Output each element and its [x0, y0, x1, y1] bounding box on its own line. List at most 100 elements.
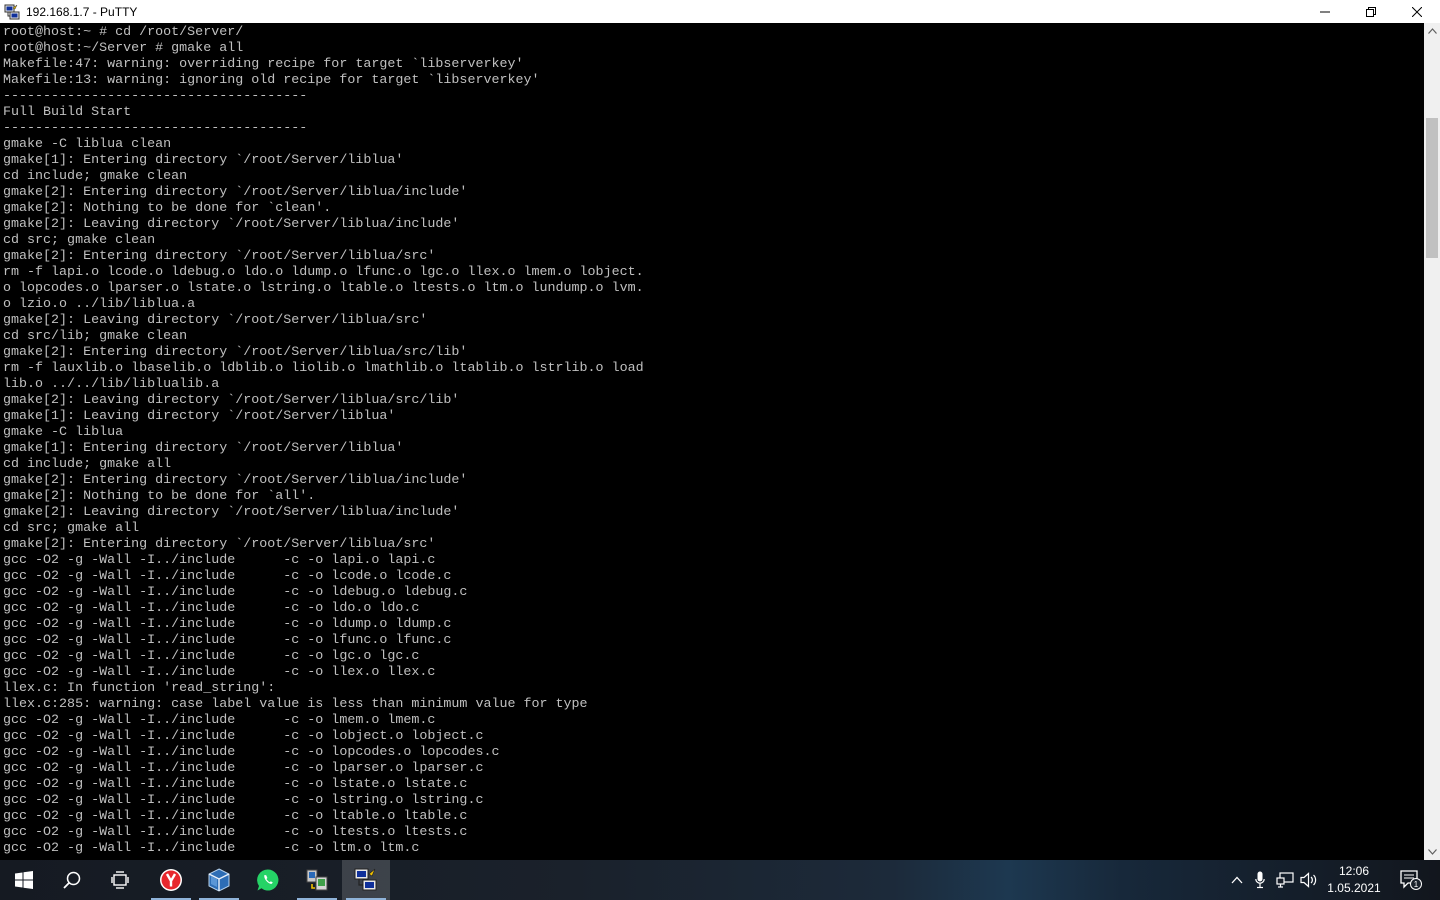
terminal-line: gcc -O2 -g -Wall -I../include -c -o lgc.…	[3, 649, 420, 664]
terminal-line: llex.c:285: warning: case label value is…	[3, 697, 588, 712]
taskbar-yandex-browser[interactable]	[147, 860, 195, 900]
terminal-line: gcc -O2 -g -Wall -I../include -c -o lfun…	[3, 633, 452, 648]
clock-time: 12:06	[1338, 864, 1370, 878]
terminal-line: gcc -O2 -g -Wall -I../include -c -o lapi…	[3, 553, 436, 568]
terminal-line: cd include; gmake clean	[3, 169, 188, 184]
terminal-line: gcc -O2 -g -Wall -I../include -c -o lsta…	[3, 777, 468, 792]
terminal-line: gmake[2]: Nothing to be done for `all'.	[3, 489, 316, 504]
terminal-line: Makefile:13: warning: ignoring old recip…	[3, 73, 540, 88]
network-button[interactable]	[1274, 860, 1296, 900]
search-button[interactable]	[48, 860, 96, 900]
vertical-scrollbar[interactable]	[1424, 23, 1440, 860]
scroll-up-button[interactable]	[1424, 23, 1440, 39]
terminal-line: gmake[2]: Entering directory `/root/Serv…	[3, 249, 436, 264]
scroll-down-button[interactable]	[1424, 844, 1440, 860]
restore-button[interactable]	[1348, 0, 1394, 23]
terminal-line: gmake[2]: Nothing to be done for `clean'…	[3, 201, 332, 216]
taskbar-file-transfer[interactable]	[293, 860, 341, 900]
terminal-line: o lzio.o ../lib/liblua.a	[3, 297, 196, 312]
minimize-button[interactable]	[1302, 0, 1348, 23]
terminal-output[interactable]: root@host:~ # cd /root/Server/ root@host…	[0, 23, 1424, 860]
action-center-button[interactable]: 1	[1394, 860, 1428, 900]
window-controls	[1302, 0, 1440, 23]
terminal-line: gmake -C liblua	[3, 425, 124, 440]
terminal-line: gcc -O2 -g -Wall -I../include -c -o ldo.…	[3, 601, 420, 616]
microphone-button[interactable]	[1250, 860, 1270, 900]
terminal-line: gmake[2]: Leaving directory `/root/Serve…	[3, 313, 428, 328]
terminal-line: cd src; gmake all	[3, 521, 140, 536]
terminal-line: cd include; gmake all	[3, 457, 172, 472]
terminal-line: gcc -O2 -g -Wall -I../include -c -o ldeb…	[3, 585, 468, 600]
close-button[interactable]	[1394, 0, 1440, 23]
terminal-line: gcc -O2 -g -Wall -I../include -c -o lobj…	[3, 729, 484, 744]
scrollbar-thumb[interactable]	[1426, 118, 1438, 258]
terminal-line: gmake[2]: Entering directory `/root/Serv…	[3, 345, 468, 360]
taskbar: 12:06 1.05.2021 1	[0, 860, 1440, 900]
notification-count: 1	[1414, 880, 1419, 889]
terminal-line: gmake[2]: Entering directory `/root/Serv…	[3, 537, 436, 552]
notification-icon: 1	[1400, 870, 1422, 890]
volume-icon	[1300, 872, 1317, 888]
terminal-line: o lopcodes.o lparser.o lstate.o lstring.…	[3, 281, 644, 296]
terminal-line: gcc -O2 -g -Wall -I../include -c -o lmem…	[3, 713, 436, 728]
terminal-line: root@host:~/Server # gmake all	[3, 41, 244, 56]
terminal-line: gcc -O2 -g -Wall -I../include -c -o lstr…	[3, 793, 484, 808]
taskbar-virtualbox[interactable]	[195, 860, 243, 900]
terminal-lines: root@host:~ # cd /root/Server/ root@host…	[3, 25, 644, 860]
clock-date: 1.05.2021	[1327, 881, 1381, 895]
terminal-line: gcc -O2 -g -Wall -I../include -c -o ltab…	[3, 809, 468, 824]
terminal-line: gcc -O2 -g -Wall -I../include -c -o ltm.…	[3, 841, 420, 856]
terminal-line: cd src; gmake clean	[3, 233, 156, 248]
terminal-line: lib.o ../../lib/liblualib.a	[3, 377, 220, 392]
chevron-up-icon	[1231, 876, 1243, 884]
terminal-line: gcc -O2 -g -Wall -I../include -c -o lopc…	[3, 745, 500, 760]
terminal-line: gmake[2]: Entering directory `/root/Serv…	[3, 185, 468, 200]
chevron-down-icon	[1427, 849, 1437, 855]
file-transfer-icon	[306, 869, 328, 891]
terminal-line: root@host:~ # cd /root/Server/	[3, 25, 244, 40]
window-titlebar[interactable]: 192.168.1.7 - PuTTY	[0, 0, 1440, 23]
terminal-line: Full Build Start	[3, 105, 132, 120]
start-button[interactable]	[0, 860, 48, 900]
close-icon	[1412, 6, 1422, 17]
putty-icon	[354, 868, 377, 891]
terminal-line: gcc -O2 -g -Wall -I../include -c -o lpar…	[3, 761, 484, 776]
terminal-line: rm -f lapi.o lcode.o ldebug.o ldo.o ldum…	[3, 265, 644, 280]
microphone-icon	[1255, 871, 1265, 889]
chevron-up-icon	[1427, 28, 1437, 34]
terminal-line: gmake[1]: Leaving directory `/root/Serve…	[3, 409, 396, 424]
terminal-line: gcc -O2 -g -Wall -I../include -c -o lcod…	[3, 569, 452, 584]
terminal-line: gmake[2]: Entering directory `/root/Serv…	[3, 473, 468, 488]
system-clock[interactable]: 12:06 1.05.2021	[1322, 860, 1386, 900]
minimize-icon	[1320, 11, 1330, 12]
terminal-line: llex.c: In function 'read_string':	[3, 681, 276, 696]
terminal-line: cd src/lib; gmake clean	[3, 329, 188, 344]
search-icon	[63, 871, 81, 889]
restore-icon	[1366, 6, 1376, 17]
terminal-line: gcc -O2 -g -Wall -I../include -c -o llex…	[3, 665, 436, 680]
terminal-line: gcc -O2 -g -Wall -I../include -c -o ldum…	[3, 617, 452, 632]
volume-button[interactable]	[1298, 860, 1320, 900]
terminal-line: gcc -O2 -g -Wall -I../include -c -o ltes…	[3, 825, 468, 840]
show-hidden-icons-button[interactable]	[1226, 860, 1248, 900]
terminal-line: gmake[2]: Leaving directory `/root/Serve…	[3, 505, 460, 520]
start-icon	[15, 871, 33, 889]
taskbar-putty[interactable]	[342, 860, 390, 900]
terminal-line: rm -f lauxlib.o lbaselib.o ldblib.o liol…	[3, 361, 644, 376]
terminal-line: gmake -C liblua clean	[3, 137, 172, 152]
yandex-browser-icon	[160, 869, 182, 891]
terminal-line: gmake[1]: Entering directory `/root/Serv…	[3, 153, 404, 168]
terminal-line: --------------------------------------	[3, 121, 308, 136]
network-icon	[1276, 872, 1294, 888]
task-view-icon	[111, 871, 129, 889]
whatsapp-icon	[257, 869, 279, 891]
task-view-button[interactable]	[96, 860, 144, 900]
terminal-line: gmake[2]: Leaving directory `/root/Serve…	[3, 393, 460, 408]
taskbar-whatsapp[interactable]	[244, 860, 292, 900]
terminal-line: --------------------------------------	[3, 89, 308, 104]
terminal-line: gmake[1]: Entering directory `/root/Serv…	[3, 441, 404, 456]
virtualbox-icon	[208, 868, 230, 892]
window-title: 192.168.1.7 - PuTTY	[26, 4, 138, 19]
terminal-line: gmake[2]: Leaving directory `/root/Serve…	[3, 217, 460, 232]
putty-app-icon[interactable]	[4, 4, 20, 20]
